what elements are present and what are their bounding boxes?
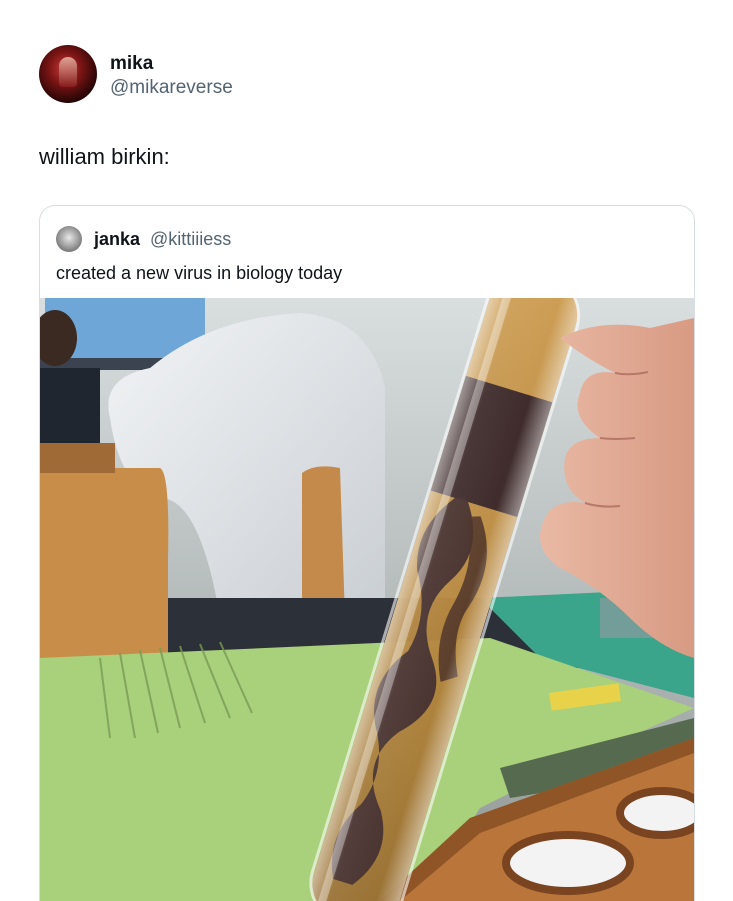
tweet-text: william birkin: bbox=[39, 144, 170, 169]
quoted-author-name[interactable]: janka bbox=[94, 229, 140, 250]
quoted-author-handle[interactable]: @kittiiiess bbox=[150, 229, 231, 250]
profile-photo-icon bbox=[59, 57, 77, 87]
quoted-tweet-text: created a new virus in biology today bbox=[56, 263, 343, 283]
test-tube-photo[interactable] bbox=[40, 298, 694, 901]
author-avatar[interactable] bbox=[39, 45, 97, 103]
quoted-author-avatar[interactable] bbox=[56, 226, 82, 252]
author-name[interactable]: mika bbox=[110, 53, 153, 75]
quoted-tweet-card[interactable]: janka @kittiiiess created a new virus in… bbox=[39, 205, 695, 901]
author-handle[interactable]: @mikareverse bbox=[110, 77, 233, 99]
photo-illustration bbox=[40, 298, 694, 901]
